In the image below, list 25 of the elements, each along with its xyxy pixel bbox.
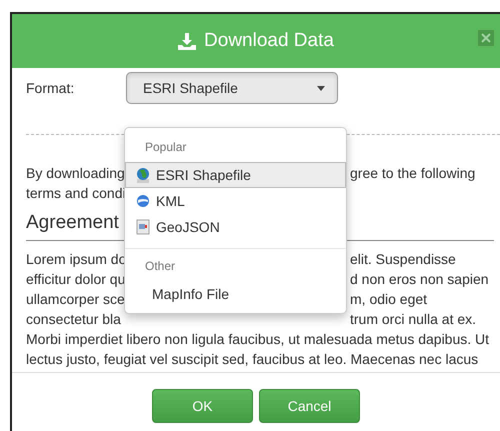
dialog-title: Download Data [204, 28, 334, 53]
menu-group-heading: Other [144, 258, 176, 275]
menu-group-heading: Popular [144, 139, 188, 156]
agreement-text: d non eros non sapien [350, 270, 489, 288]
globe-icon [136, 167, 150, 183]
terms-text: By downloading [26, 164, 125, 183]
format-select[interactable]: ESRI Shapefile [126, 72, 338, 104]
caret-icon [317, 86, 325, 90]
agreement-text: trum orci nulla at ex. [350, 310, 476, 328]
terms-text: terms and condi [26, 185, 126, 201]
agreement-text: m, odio eget [350, 290, 428, 308]
agreement-text: consectetur bla [26, 310, 121, 328]
globe-icon [136, 193, 150, 209]
agreement-text: ullamcorper sce [26, 290, 125, 308]
menu-item[interactable]: GeoJSON [125, 214, 346, 240]
agreement-text: elit. Suspendisse [350, 250, 456, 268]
terms-text: gree to the following [350, 164, 476, 183]
download-icon [178, 32, 196, 50]
menu-item[interactable]: ESRI Shapefile [125, 162, 346, 188]
format-label: Format: [26, 78, 76, 98]
close-button[interactable] [478, 30, 494, 46]
agreement-text: Morbi imperdiet libero non ligula faucibus, ut malesuada metus dapibus. Ut [26, 330, 490, 346]
document-icon [136, 219, 150, 235]
agreement-text: lectus justo, feugiat vel suscipit sed, faucibus at leo. Maecenas nec lacus [26, 350, 478, 366]
menu-item[interactable]: MapInfo File [125, 281, 346, 307]
